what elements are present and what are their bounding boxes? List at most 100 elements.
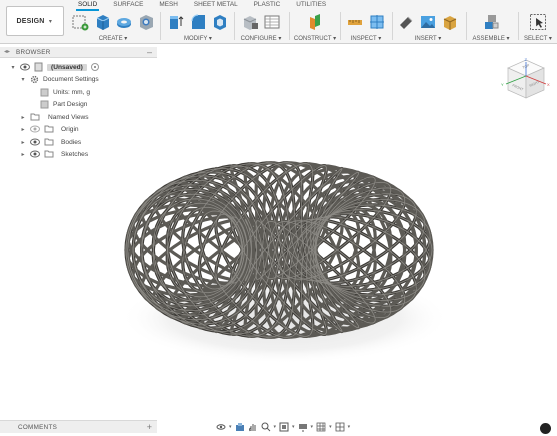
- eye-hidden-icon[interactable]: [30, 125, 40, 133]
- lattice-strand: [166, 162, 431, 337]
- chevron-right-icon[interactable]: ▸: [20, 151, 26, 158]
- lattice-strand: [165, 174, 432, 330]
- chevron-down-icon[interactable]: ▾: [292, 424, 295, 430]
- measure-icon[interactable]: [346, 13, 364, 31]
- chevron-down-icon[interactable]: ▾: [274, 424, 277, 430]
- workspace-switcher[interactable]: DESIGN ▾: [6, 6, 64, 36]
- inspect-menu[interactable]: INSPECT ▾: [343, 35, 389, 42]
- tree-part-design[interactable]: Part Design: [40, 98, 87, 110]
- orbit-icon[interactable]: [216, 422, 226, 432]
- configuration-icon[interactable]: [241, 13, 259, 31]
- folder-icon: [44, 125, 54, 133]
- tree-named-views[interactable]: ▸ Named Views: [20, 111, 89, 123]
- insert-image-icon[interactable]: [419, 13, 437, 31]
- select-menu[interactable]: SELECT ▾: [520, 35, 556, 42]
- chevron-down-icon[interactable]: ▾: [311, 424, 314, 430]
- offset-plane-icon[interactable]: [306, 13, 324, 31]
- comments-panel[interactable]: COMMENTS +: [0, 420, 157, 433]
- lattice-strand: [131, 166, 407, 330]
- folder-icon: [30, 113, 40, 121]
- insert-group: INSERT ▾: [395, 12, 461, 42]
- lattice-strand: [124, 161, 377, 339]
- insert-menu[interactable]: INSERT ▾: [395, 35, 461, 42]
- units-label: Units: mm, g: [53, 88, 91, 96]
- section-analysis-icon[interactable]: [368, 13, 386, 31]
- look-at-icon[interactable]: [235, 422, 245, 432]
- lattice-strand: [140, 164, 418, 333]
- chevron-down-icon[interactable]: ▾: [348, 424, 351, 430]
- display-icon[interactable]: [298, 422, 308, 432]
- lattice-strand: [151, 166, 427, 330]
- part-design-label: Part Design: [53, 100, 88, 108]
- insert-mcmaster-icon[interactable]: [441, 13, 459, 31]
- folder-icon: [44, 138, 54, 146]
- lattice-strand: [126, 170, 393, 326]
- chevron-right-icon[interactable]: ▸: [20, 126, 26, 133]
- modify-menu[interactable]: MODIFY ▾: [164, 35, 232, 42]
- chevron-down-icon[interactable]: ▾: [229, 424, 232, 430]
- tree-bodies[interactable]: ▸ Bodies: [20, 136, 81, 148]
- gear-icon: [30, 75, 39, 83]
- zoom-icon[interactable]: [261, 422, 271, 432]
- extrude-icon[interactable]: [93, 13, 111, 31]
- sketches-label: Sketches: [61, 150, 89, 158]
- configuration-table-icon[interactable]: [263, 13, 281, 31]
- fit-icon[interactable]: [279, 422, 289, 432]
- named-views-label: Named Views: [48, 113, 89, 121]
- fillet-icon[interactable]: [189, 13, 207, 31]
- revolve-icon[interactable]: [115, 13, 133, 31]
- lattice-strand: [131, 164, 407, 338]
- grid-icon[interactable]: [316, 422, 326, 432]
- browser-header[interactable]: ◂▸ BROWSER –: [0, 47, 157, 58]
- lattice-strand: [141, 165, 417, 332]
- lattice-strand: [166, 163, 431, 338]
- assemble-menu[interactable]: ASSEMBLE ▾: [468, 35, 514, 42]
- add-comment-icon[interactable]: +: [147, 422, 152, 432]
- new-component-icon[interactable]: [482, 13, 500, 31]
- tab-sheet-metal[interactable]: SHEET METAL: [186, 0, 246, 9]
- insert-derive-icon[interactable]: [397, 13, 415, 31]
- create-group: CREATE ▾: [70, 12, 156, 42]
- chevron-down-icon[interactable]: ▾: [10, 64, 16, 71]
- chevron-right-icon[interactable]: ▸: [20, 114, 26, 121]
- tree-units[interactable]: Units: mm, g: [40, 86, 90, 98]
- tree-root[interactable]: ▾ (Unsaved): [10, 61, 99, 73]
- create-sketch-icon[interactable]: [71, 13, 89, 31]
- collapse-panel-icon[interactable]: ◂▸: [4, 48, 10, 55]
- pan-icon[interactable]: [248, 422, 258, 432]
- tree-origin[interactable]: ▸ Origin: [20, 123, 79, 135]
- workspace-tabs: SOLID SURFACE MESH SHEET METAL PLASTIC U…: [70, 0, 334, 11]
- eye-icon[interactable]: [30, 150, 40, 158]
- tab-surface[interactable]: SURFACE: [105, 0, 151, 9]
- lattice-strand: [126, 161, 393, 338]
- chevron-down-icon[interactable]: ▾: [20, 76, 26, 83]
- hole-icon[interactable]: [137, 13, 155, 31]
- shell-icon[interactable]: [211, 13, 229, 31]
- lattice-strand: [151, 164, 427, 338]
- viewports-icon[interactable]: [335, 422, 345, 432]
- minimize-icon[interactable]: –: [147, 47, 152, 57]
- lattice-strand: [132, 168, 406, 329]
- lattice-strand: [126, 162, 393, 339]
- select-icon[interactable]: [529, 13, 547, 31]
- chevron-down-icon[interactable]: ▾: [329, 424, 332, 430]
- assistant-icon[interactable]: [540, 423, 551, 434]
- active-component-icon[interactable]: [90, 63, 99, 71]
- construct-menu[interactable]: CONSTRUCT ▾: [292, 35, 338, 42]
- toolbar-divider: [466, 12, 467, 40]
- tree-document-settings[interactable]: ▾ Document Settings: [20, 73, 99, 85]
- tab-mesh[interactable]: MESH: [151, 0, 185, 9]
- tab-utilities[interactable]: UTILITIES: [288, 0, 334, 9]
- eye-icon[interactable]: [20, 63, 30, 71]
- viewcube[interactable]: TOP FRONT RIGHT Z Y X: [500, 56, 552, 104]
- press-pull-icon[interactable]: [167, 13, 185, 31]
- tab-solid[interactable]: SOLID: [70, 0, 105, 11]
- chevron-right-icon[interactable]: ▸: [20, 139, 26, 146]
- create-menu[interactable]: CREATE ▾: [70, 35, 156, 42]
- configure-menu[interactable]: CONFIGURE ▾: [237, 35, 285, 42]
- lattice-strand: [140, 167, 418, 336]
- navigation-bar: ▾ ▾ ▾ ▾ ▾ ▾: [216, 420, 350, 433]
- tree-sketches[interactable]: ▸ Sketches: [20, 148, 88, 160]
- eye-icon[interactable]: [30, 138, 40, 146]
- tab-plastic[interactable]: PLASTIC: [246, 0, 289, 9]
